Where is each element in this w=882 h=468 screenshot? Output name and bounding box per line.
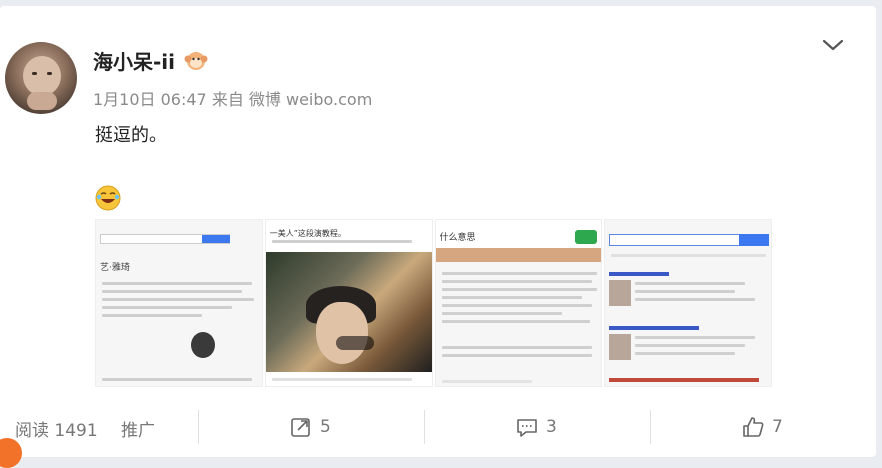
avatar-eye (32, 72, 37, 75)
text-line (635, 290, 736, 293)
read-count: 阅读 1491 (15, 416, 98, 441)
text-line (441, 354, 592, 357)
laugh-cry-emoji-icon (95, 185, 121, 211)
text-line (441, 380, 532, 383)
divider (650, 410, 651, 444)
post-image[interactable]: 一美人”这段演教程。 (264, 219, 433, 387)
play-badge (335, 336, 374, 350)
chevron-down-icon[interactable] (822, 38, 844, 52)
comment-icon (517, 419, 537, 437)
avatar[interactable] (5, 42, 77, 114)
result-link (609, 272, 670, 276)
avatar-hand (27, 92, 57, 110)
video-still (265, 252, 432, 372)
text-line (635, 336, 756, 339)
divider (424, 410, 425, 444)
image-header-text: 一美人”这段演教程。 (269, 229, 346, 238)
result-link (609, 378, 760, 382)
image-title-text: 艺·雅琦 (100, 263, 130, 273)
text-line (635, 352, 736, 355)
toolbar-strip (265, 372, 432, 386)
text-line (635, 344, 746, 347)
avatar-face (23, 56, 61, 96)
text-line (635, 282, 746, 285)
result-image (609, 280, 632, 306)
image-header: 一美人”这段演教程。 (265, 220, 432, 252)
text-line (635, 298, 756, 301)
divider (198, 410, 199, 444)
green-button-graphic (575, 230, 598, 244)
post-image[interactable]: 艺·雅琦 (95, 219, 263, 387)
promote-button[interactable]: 推广 (121, 416, 155, 441)
image-header: 什么意思 (435, 220, 602, 250)
text-line (441, 346, 592, 349)
text-line (102, 298, 254, 301)
repost-icon (291, 418, 310, 437)
promote-label: 推广 (121, 421, 155, 441)
result-link (609, 326, 700, 330)
user-name[interactable]: 海小呆-ii (93, 46, 175, 75)
text-line (441, 272, 597, 275)
image-header-text: 什么意思 (439, 233, 476, 243)
weibo-post-card: 海小呆-ii 1月10日 06:47 来自 微博 weibo.com 挺逗的。 … (0, 6, 876, 457)
avatar-eye (47, 72, 52, 75)
image-grid: 艺·雅琦 一美人”这段演教程。 什么意思 (95, 219, 772, 387)
text-line (102, 306, 232, 309)
search-button-graphic (739, 234, 770, 246)
repost-count: 5 (320, 417, 331, 437)
text-line (102, 282, 252, 285)
text-line (441, 288, 597, 291)
like-count: 7 (772, 417, 783, 437)
text-line (441, 296, 582, 299)
text-line (271, 378, 412, 381)
post-footer: 阅读 1491 推广 5 3 7 (0, 404, 876, 457)
like-button[interactable]: 7 (742, 416, 783, 438)
result-image (609, 334, 632, 360)
post-meta: 1月10日 06:47 来自 微博 weibo.com (93, 90, 373, 109)
thumbs-up-icon (743, 417, 764, 437)
text-line (611, 254, 767, 257)
text-line (102, 378, 252, 381)
post-image[interactable]: 什么意思 (434, 219, 603, 387)
face-shape (315, 302, 368, 364)
text-line (441, 280, 592, 283)
read-count-label: 阅读 1491 (15, 421, 98, 441)
comment-button[interactable]: 3 (516, 416, 557, 438)
post-image[interactable] (604, 219, 772, 387)
monkey-badge-icon (184, 52, 208, 70)
photo-strip (435, 248, 602, 262)
text-line (102, 314, 202, 317)
person-photo (191, 332, 215, 358)
search-button-graphic (202, 235, 230, 243)
repost-button[interactable]: 5 (290, 416, 331, 438)
text-line (102, 290, 242, 293)
comment-count: 3 (546, 417, 557, 437)
text-line (441, 312, 562, 315)
text-line (441, 304, 592, 307)
text-line (271, 240, 412, 243)
post-text: 挺逗的。 (95, 125, 167, 146)
text-line (441, 320, 590, 323)
